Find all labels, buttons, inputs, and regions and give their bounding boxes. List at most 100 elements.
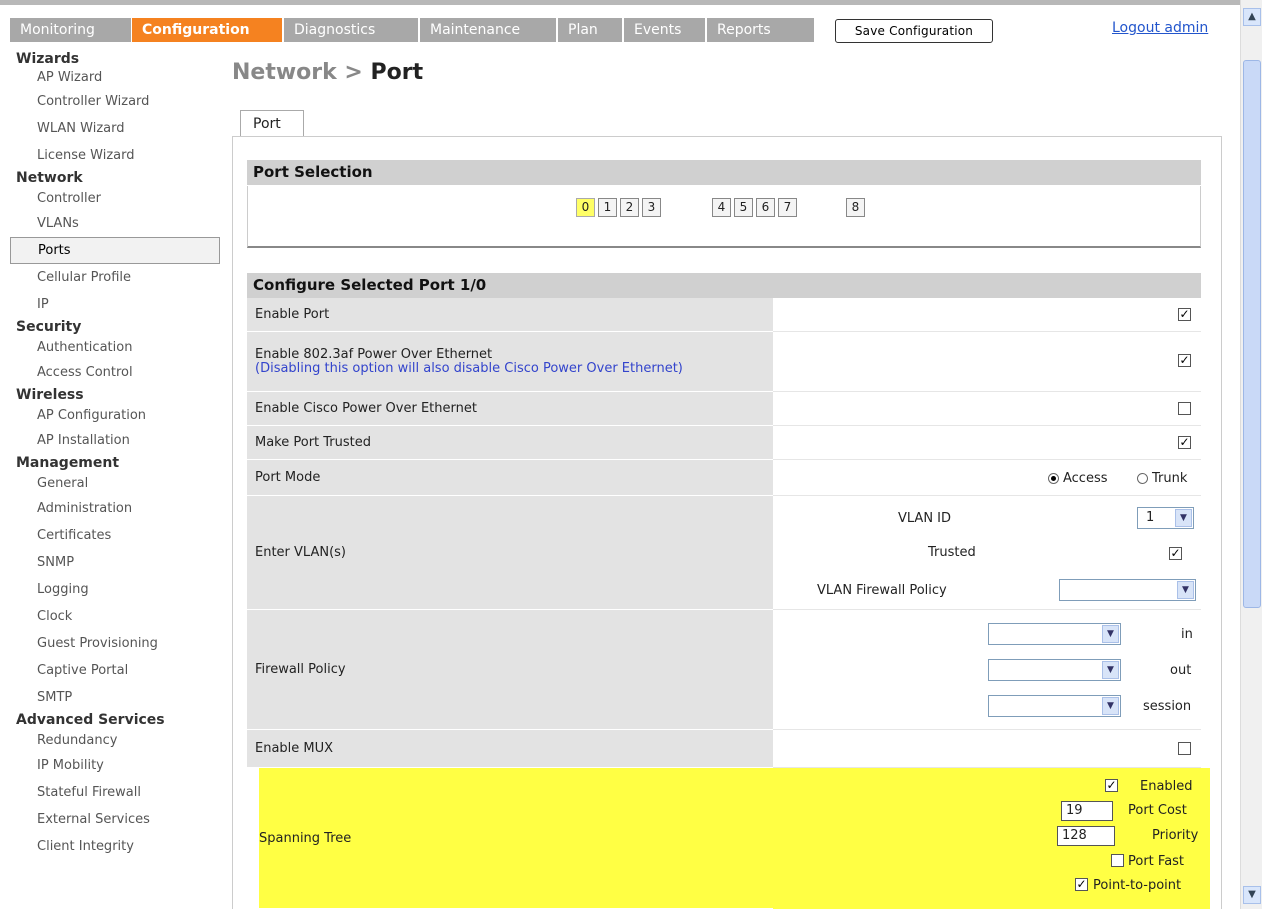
mux-value <box>773 730 1201 768</box>
row-spanning-tree: Spanning Tree ✓ Enabled 19 Port Cost 128… <box>259 768 1210 909</box>
firewall-out-select[interactable]: ▼ <box>988 659 1121 681</box>
spanning-tree-label: Spanning Tree <box>259 768 773 909</box>
top-navigation: Monitoring Configuration Diagnostics Mai… <box>0 0 1240 43</box>
sidebar-item-clock[interactable]: Clock <box>10 603 220 630</box>
poe-label-cell: Enable 802.3af Power Over Ethernet (Disa… <box>247 332 773 392</box>
port-mode-value: Access Trunk <box>773 460 1201 496</box>
sidebar-item-redundancy[interactable]: Redundancy <box>10 729 220 752</box>
firewall-session-select[interactable]: ▼ <box>988 695 1121 717</box>
tab-events[interactable]: Events <box>624 18 706 42</box>
sidebar-item-guest-provisioning[interactable]: Guest Provisioning <box>10 630 220 657</box>
sidebar-item-external-services[interactable]: External Services <box>10 806 220 833</box>
port-button-8[interactable]: 8 <box>846 198 865 217</box>
sidebar-item-logging[interactable]: Logging <box>10 576 220 603</box>
logout-link[interactable]: Logout admin <box>1112 20 1208 36</box>
sidebar-item-controller-wizard[interactable]: Controller Wizard <box>10 88 220 115</box>
sidebar-item-ip-mobility[interactable]: IP Mobility <box>10 752 220 779</box>
sidebar-category-advanced-services: Advanced Services <box>16 712 165 728</box>
chevron-down-icon: ▼ <box>1102 625 1119 643</box>
trusted-checkbox[interactable]: ✓ <box>1178 436 1191 449</box>
enable-port-checkbox[interactable]: ✓ <box>1178 308 1191 321</box>
stp-port-fast-checkbox[interactable] <box>1111 854 1124 867</box>
trunk-radio-label: Trunk <box>1152 471 1188 486</box>
port-button-3[interactable]: 3 <box>642 198 661 217</box>
sidebar-item-certificates[interactable]: Certificates <box>10 522 220 549</box>
sidebar-item-wlan-wizard[interactable]: WLAN Wizard <box>10 115 220 142</box>
sidebar-item-access-control[interactable]: Access Control <box>10 359 220 386</box>
sidebar-item-snmp[interactable]: SNMP <box>10 549 220 576</box>
port-button-2[interactable]: 2 <box>620 198 639 217</box>
vlan-trusted-checkbox[interactable]: ✓ <box>1169 547 1182 560</box>
tab-diagnostics[interactable]: Diagnostics <box>284 18 419 42</box>
tab-maintenance[interactable]: Maintenance <box>420 18 557 42</box>
sidebar-item-controller[interactable]: Controller <box>10 187 220 210</box>
row-cisco-poe: Enable Cisco Power Over Ethernet <box>247 392 1201 426</box>
tab-port[interactable]: Port <box>240 110 304 137</box>
port-button-5[interactable]: 5 <box>734 198 753 217</box>
tab-plan[interactable]: Plan <box>558 18 623 42</box>
sidebar-item-administration[interactable]: Administration <box>10 495 220 522</box>
firewall-in-select[interactable]: ▼ <box>988 623 1121 645</box>
sidebar-item-vlans[interactable]: VLANs <box>10 210 220 237</box>
sidebar-item-ports[interactable]: Ports <box>10 237 220 264</box>
stp-priority-input[interactable]: 128 <box>1057 826 1115 846</box>
scroll-down-icon[interactable]: ▼ <box>1243 886 1261 904</box>
vlan-firewall-select[interactable]: ▼ <box>1059 579 1196 601</box>
sidebar-category-wizards: Wizards <box>16 51 80 67</box>
stp-enabled-checkbox[interactable]: ✓ <box>1105 779 1118 792</box>
vlan-id-select[interactable]: 1 ▼ <box>1137 507 1194 529</box>
top-rail <box>0 0 1240 5</box>
sidebar-item-smtp[interactable]: SMTP <box>10 684 220 711</box>
poe-checkbox[interactable]: ✓ <box>1178 354 1191 367</box>
stp-port-cost-input[interactable]: 19 <box>1061 801 1113 821</box>
poe-value: ✓ <box>773 332 1201 392</box>
sidebar-category-network: Network <box>16 170 83 186</box>
sidebar-item-stateful-firewall[interactable]: Stateful Firewall <box>10 779 220 806</box>
vlan-id-label: VLAN ID <box>898 511 952 526</box>
mux-checkbox[interactable] <box>1178 742 1191 755</box>
port-button-6[interactable]: 6 <box>756 198 775 217</box>
vlan-id-value: 1 <box>1146 510 1155 525</box>
stp-enabled-label: Enabled <box>1140 779 1193 794</box>
scroll-up-icon[interactable]: ▲ <box>1243 8 1261 26</box>
port-button-1[interactable]: 1 <box>598 198 617 217</box>
sidebar-item-ip[interactable]: IP <box>10 291 220 318</box>
access-radio[interactable] <box>1048 473 1059 484</box>
port-button-0[interactable]: 0 <box>576 198 595 217</box>
poe-label: Enable 802.3af Power Over Ethernet <box>255 346 493 362</box>
cisco-poe-checkbox[interactable] <box>1178 402 1191 415</box>
cisco-poe-value <box>773 392 1201 426</box>
sidebar-item-general[interactable]: General <box>10 472 220 495</box>
firewall-session-label: session <box>1143 699 1192 714</box>
sidebar-item-license-wizard[interactable]: License Wizard <box>10 142 220 169</box>
stp-port-fast-label: Port Fast <box>1128 854 1185 869</box>
trusted-label: Make Port Trusted <box>247 426 773 460</box>
spanning-tree-value: ✓ Enabled 19 Port Cost 128 Priority Port… <box>773 768 1210 909</box>
firewall-out-label: out <box>1170 663 1192 678</box>
tab-reports[interactable]: Reports <box>707 18 815 42</box>
chevron-down-icon: ▼ <box>1177 581 1194 599</box>
enable-port-label: Enable Port <box>247 298 773 332</box>
sidebar-item-ap-installation[interactable]: AP Installation <box>10 427 220 454</box>
port-selection-header: Port Selection <box>247 160 1201 185</box>
port-selection-box <box>247 186 1201 248</box>
sidebar-category-security: Security <box>16 319 82 335</box>
tab-monitoring[interactable]: Monitoring <box>10 18 132 42</box>
port-button-7[interactable]: 7 <box>778 198 797 217</box>
scroll-thumb[interactable] <box>1243 60 1261 608</box>
sidebar-item-client-integrity[interactable]: Client Integrity <box>10 833 220 860</box>
trunk-radio[interactable] <box>1137 473 1148 484</box>
sidebar-item-cellular-profile[interactable]: Cellular Profile <box>10 264 220 291</box>
tab-configuration[interactable]: Configuration <box>132 18 283 42</box>
sidebar-item-captive-portal[interactable]: Captive Portal <box>10 657 220 684</box>
sidebar-item-authentication[interactable]: Authentication <box>10 336 220 359</box>
page-scrollbar[interactable]: ▲ ▼ <box>1240 0 1262 909</box>
vlan-firewall-label: VLAN Firewall Policy <box>817 583 947 598</box>
port-button-4[interactable]: 4 <box>712 198 731 217</box>
sidebar-item-ap-wizard[interactable]: AP Wizard <box>10 68 220 88</box>
chevron-down-icon: ▼ <box>1102 661 1119 679</box>
stp-p2p-checkbox[interactable]: ✓ <box>1075 878 1088 891</box>
access-radio-label: Access <box>1063 471 1108 486</box>
sidebar-item-ap-configuration[interactable]: AP Configuration <box>10 404 220 427</box>
save-configuration-button[interactable]: Save Configuration <box>835 19 993 43</box>
